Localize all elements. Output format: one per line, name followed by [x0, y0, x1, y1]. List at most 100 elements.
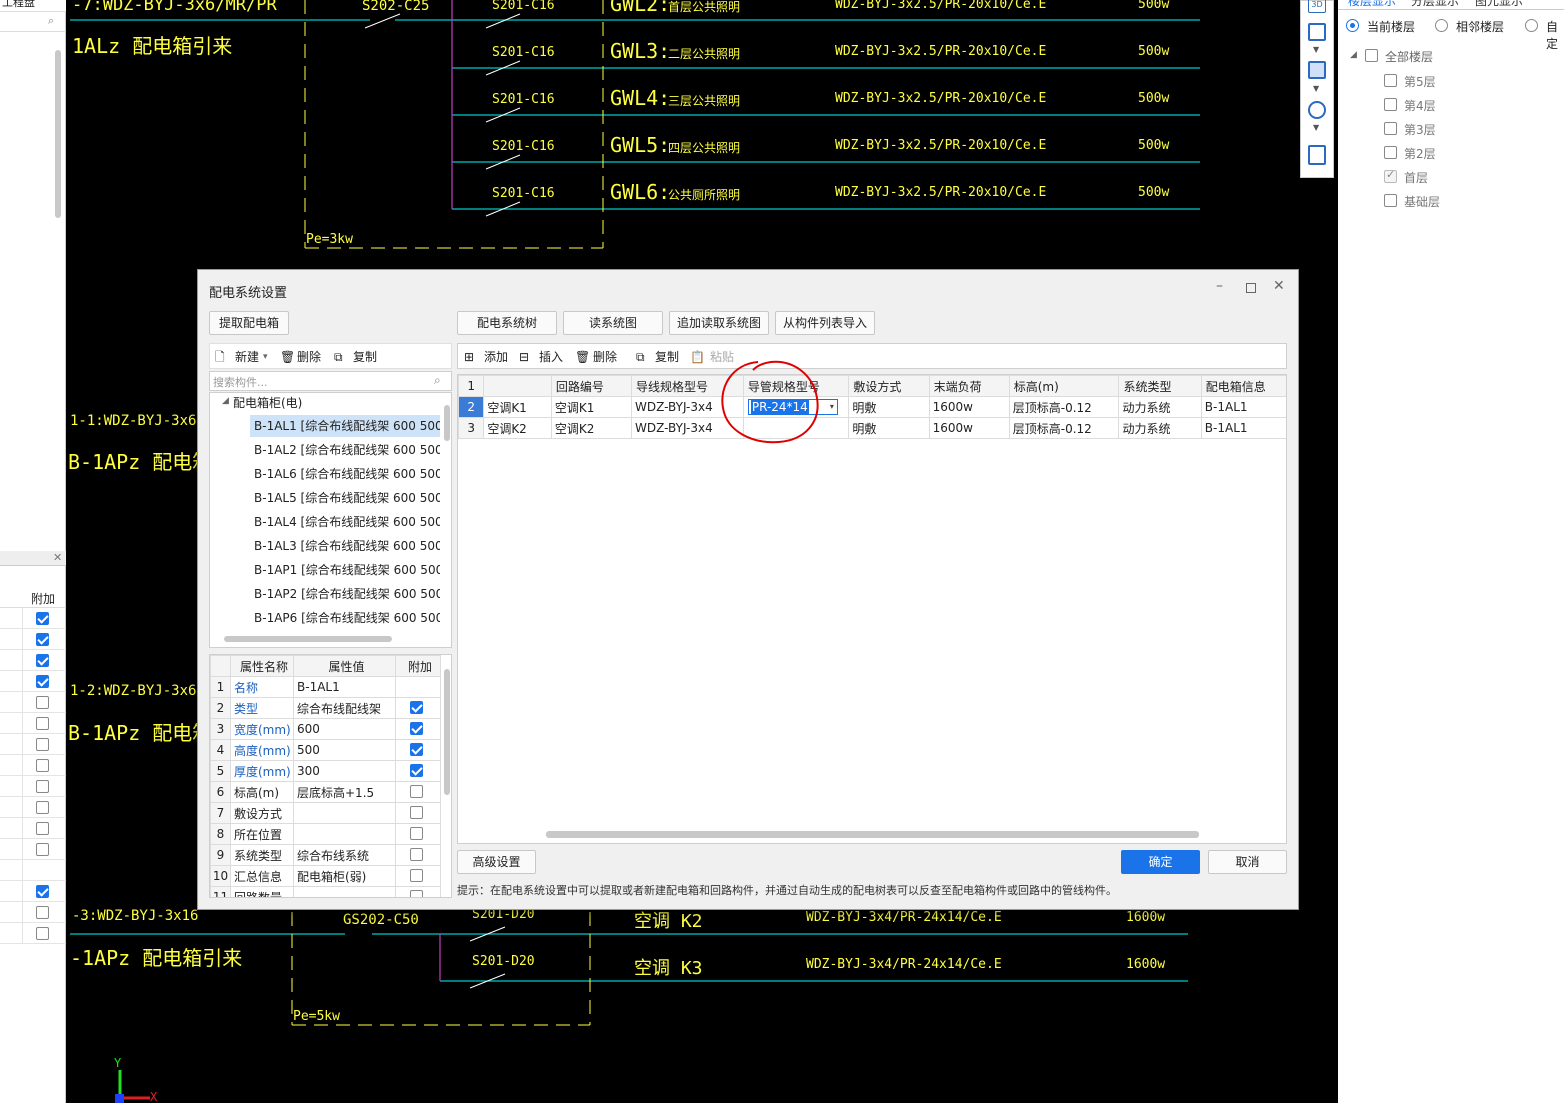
extra-checkbox[interactable]	[36, 675, 49, 688]
floor-checkbox[interactable]	[1384, 194, 1397, 207]
grid-column-header[interactable]: 系统类型	[1118, 375, 1202, 397]
extra-checkbox[interactable]	[410, 890, 423, 897]
extra-checkbox[interactable]	[36, 759, 49, 772]
floor-checkbox[interactable]	[1384, 74, 1397, 87]
append-read-button[interactable]: 追加读取系统图	[669, 311, 769, 335]
paste-icon[interactable]: 📋	[690, 344, 705, 370]
extra-checkbox[interactable]	[410, 722, 423, 735]
grid-column-header[interactable]: 敷设方式	[848, 375, 930, 397]
copy-icon[interactable]: ⧉	[334, 344, 343, 370]
close-icon[interactable]: ✕	[1273, 278, 1285, 294]
extra-checkbox[interactable]	[36, 780, 49, 793]
extra-checkbox[interactable]	[36, 654, 49, 667]
property-value[interactable]	[293, 886, 396, 897]
collapse-icon[interactable]: ◢	[222, 396, 229, 406]
extra-checkbox[interactable]	[36, 612, 49, 625]
scrollbar[interactable]	[55, 50, 61, 218]
advanced-settings-button[interactable]: 高级设置	[457, 850, 536, 874]
grid-cell[interactable]: B-1AL1	[1200, 396, 1286, 418]
tab-floor-display[interactable]: 楼层显示	[1348, 0, 1396, 9]
extra-checkbox[interactable]	[36, 717, 49, 730]
grid-row[interactable]: 3 空调K2 空调K2 WDZ-BYJ-3x4 明敷 1600w 层顶标高-0.12 动力系统…	[458, 417, 1286, 439]
extra-checkbox[interactable]	[410, 806, 423, 819]
search-icon[interactable]: ⌕	[48, 14, 54, 28]
cube-icon[interactable]	[1308, 23, 1326, 41]
radio-adjacent-floor[interactable]	[1435, 19, 1448, 32]
extra-checkbox[interactable]	[410, 764, 423, 777]
trash-icon[interactable]: 🗑	[575, 344, 590, 370]
extra-checkbox[interactable]	[36, 696, 49, 709]
add-button[interactable]: 添加	[484, 344, 508, 370]
delete-row-button[interactable]: 删除	[593, 344, 617, 370]
grid-cell[interactable]: 层顶标高-0.12	[1008, 417, 1120, 439]
import-list-button[interactable]: 从构件列表导入	[775, 311, 875, 335]
tree-item[interactable]: B-1AL1 [综合布线配线架 600 500	[250, 415, 440, 437]
extra-checkbox[interactable]	[36, 927, 49, 940]
new-icon[interactable]: 🗋	[215, 344, 225, 370]
tab-layer-display[interactable]: 分层显示	[1411, 0, 1459, 9]
extra-checkbox[interactable]	[36, 843, 49, 856]
tree-item[interactable]: B-1AP2 [综合布线配线架 600 500	[250, 583, 440, 605]
tree-item[interactable]: B-1AL6 [综合布线配线架 600 500	[250, 463, 440, 485]
add-icon[interactable]: ⊞	[464, 344, 474, 370]
list-view-icon[interactable]	[1308, 145, 1326, 165]
tree-item[interactable]: B-1AL3 [综合布线配线架 600 500	[250, 535, 440, 557]
extra-checkbox[interactable]	[410, 869, 423, 882]
copy-icon[interactable]: ⧉	[636, 344, 645, 370]
chevron-down-icon-3[interactable]: ▼	[1313, 123, 1319, 132]
extra-checkbox[interactable]	[410, 743, 423, 756]
grid-row[interactable]: 2 空调K1 空调K1 WDZ-BYJ-3x4 PR-24*14 ▾ 明敷 1600w 层顶标高…	[458, 396, 1286, 418]
collapse-icon[interactable]: ◢	[1350, 50, 1357, 60]
property-value[interactable]: 配电箱柜(弱)	[293, 865, 396, 887]
extra-checkbox[interactable]	[36, 801, 49, 814]
floor-checkbox[interactable]: ✓	[1384, 168, 1397, 183]
floor-checkbox[interactable]	[1384, 98, 1397, 111]
grid-column-header[interactable]: 标高(m)	[1008, 375, 1120, 397]
grid-cell[interactable]: 1600w	[928, 396, 1010, 418]
property-value[interactable]: 600	[293, 718, 396, 740]
grid-column-header[interactable]: 回路编号	[550, 375, 633, 397]
extra-checkbox[interactable]	[36, 633, 49, 646]
minimize-icon[interactable]: –	[1216, 278, 1223, 294]
tree-item[interactable]: B-1AL2 [综合布线配线架 600 500	[250, 439, 440, 461]
grid-column-header[interactable]: 末端负荷	[928, 375, 1010, 397]
delete-button[interactable]: 删除	[297, 344, 321, 370]
property-value[interactable]: B-1AL1	[293, 676, 396, 698]
grid-column-header[interactable]	[483, 375, 552, 397]
property-value[interactable]: 综合布线系统	[293, 844, 396, 866]
ok-button[interactable]: 确定	[1121, 850, 1200, 874]
floor-checkbox[interactable]	[1384, 122, 1397, 135]
extract-box-button[interactable]: 提取配电箱	[209, 311, 289, 335]
read-diagram-button[interactable]: 读系统图	[563, 311, 663, 335]
extra-checkbox[interactable]	[410, 827, 423, 840]
property-value[interactable]: 300	[293, 760, 396, 782]
new-button[interactable]: 新建	[235, 344, 259, 370]
grid-cell[interactable]: 明敷	[848, 417, 930, 439]
grid-cell[interactable]: 空调K2	[483, 417, 552, 439]
extra-checkbox[interactable]	[36, 822, 49, 835]
property-value[interactable]	[293, 802, 396, 824]
extra-checkbox[interactable]	[410, 785, 423, 798]
component-search[interactable]: 搜索构件... ⌕	[209, 371, 452, 391]
radio-current-floor[interactable]	[1346, 19, 1359, 32]
extra-checkbox[interactable]	[36, 885, 49, 898]
copy-button[interactable]: 复制	[353, 344, 377, 370]
grid-cell[interactable]: 层顶标高-0.12	[1008, 396, 1120, 418]
grid-column-header[interactable]: 1	[458, 375, 485, 397]
tree-item[interactable]: B-1AL4 [综合布线配线架 600 500	[250, 511, 440, 533]
chevron-down-icon[interactable]: ▾	[263, 344, 268, 370]
property-value[interactable]: 综合布线配线架	[293, 697, 396, 719]
extra-checkbox[interactable]	[410, 848, 423, 861]
floor-checkbox[interactable]	[1384, 146, 1397, 159]
grid-cell[interactable]: B-1AL1	[1200, 417, 1286, 439]
search-icon[interactable]: ⌕	[434, 373, 441, 388]
grid-cell[interactable]: 动力系统	[1118, 417, 1202, 439]
tree-hscrollbar[interactable]	[224, 636, 392, 642]
insert-icon[interactable]: ⊟	[519, 344, 529, 370]
rotate-icon[interactable]	[1308, 101, 1326, 119]
close-icon[interactable]: ✕	[53, 551, 62, 564]
maximize-icon[interactable]	[1246, 283, 1256, 293]
property-value[interactable]: 500	[293, 739, 396, 761]
left-panel-search[interactable]: ⌕	[0, 12, 66, 32]
chevron-down-icon[interactable]: ▼	[1313, 45, 1319, 54]
